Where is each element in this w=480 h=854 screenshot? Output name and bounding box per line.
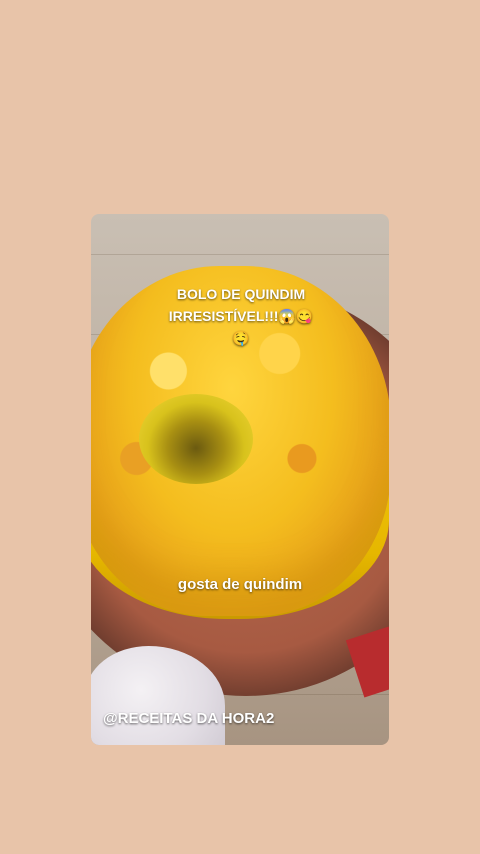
story-title-line2: IRRESISTÍVEL!!!😱😋 bbox=[168, 308, 314, 324]
cake-center-hole bbox=[139, 394, 253, 484]
story-title: BOLO DE QUINDIM IRRESISTÍVEL!!!😱😋 🤤 bbox=[131, 283, 351, 349]
wood-grain bbox=[91, 254, 389, 255]
story-title-line3: 🤤 bbox=[232, 330, 250, 346]
account-handle[interactable]: @RECEITAS DA HORA2 bbox=[103, 710, 274, 727]
story-title-line1: BOLO DE QUINDIM bbox=[176, 286, 306, 302]
red-cloth bbox=[345, 626, 389, 698]
story-media-card[interactable]: BOLO DE QUINDIM IRRESISTÍVEL!!!😱😋 🤤 gost… bbox=[91, 214, 389, 745]
middle-caption: gosta de quindim bbox=[177, 576, 303, 593]
